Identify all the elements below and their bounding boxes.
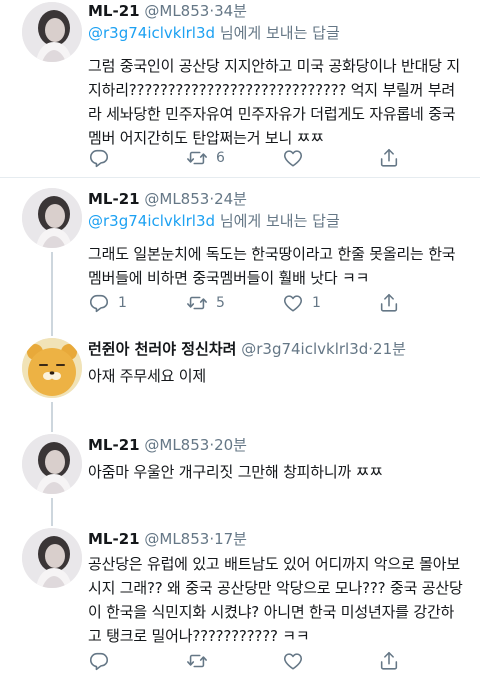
timestamp[interactable]: 17분 [214, 530, 247, 548]
retweet-button[interactable]: 5 [186, 292, 225, 314]
display-name[interactable]: ML-21 [88, 530, 140, 548]
display-name[interactable]: ML-21 [88, 190, 140, 208]
like-button[interactable] [282, 650, 312, 672]
retweet-button[interactable] [186, 650, 216, 672]
tweet-4[interactable]: ML-21 @ML853·20분 아줌마 우울안 개구리짓 그만해 창피하니까 … [0, 424, 480, 516]
avatar[interactable] [22, 2, 82, 62]
retweet-icon [186, 292, 208, 314]
tweet-text: 그럼 중국인이 공산당 지지안하고 미국 공화당이나 반대당 지지하리?????… [88, 57, 460, 147]
thread-line [51, 252, 53, 328]
share-icon [378, 147, 400, 169]
tweet-text: 공산당은 유럽에 있고 배트남도 있어 어디까지 악으로 몰아보시지 그래?? … [88, 555, 463, 645]
retweet-button[interactable]: 6 [186, 147, 225, 169]
share-button[interactable] [378, 650, 400, 672]
share-button[interactable] [378, 292, 400, 314]
user-handle: @r3g74iclvklrl3d [241, 340, 369, 358]
reply-context: @r3g74iclvklrl3d 님에게 보내는 답글 [88, 22, 466, 44]
avatar[interactable] [22, 188, 82, 248]
timestamp[interactable]: 34분 [214, 2, 247, 20]
reply-count: 1 [118, 295, 127, 311]
heart-icon [282, 650, 304, 672]
display-name[interactable]: ML-21 [88, 2, 140, 20]
tweet-text: 아재 주무세요 이제 [88, 367, 206, 385]
reply-label: 님에게 보내는 답글 [219, 212, 340, 230]
thread-line [51, 328, 53, 336]
heart-icon [282, 147, 304, 169]
avatar[interactable] [22, 338, 82, 398]
thread-line [51, 402, 53, 424]
heart-icon [282, 292, 304, 314]
like-count: 1 [312, 295, 321, 311]
share-icon [378, 650, 400, 672]
reply-button[interactable] [88, 147, 118, 169]
timestamp[interactable]: 20분 [214, 436, 247, 454]
retweet-count: 5 [216, 295, 225, 311]
timestamp[interactable]: 21분 [373, 340, 406, 358]
tweet-1[interactable]: ML-21 @ML853·34분 @r3g74iclvklrl3d 님에게 보내… [0, 0, 480, 178]
tweet-text: 아줌마 우울안 개구리짓 그만해 창피하니까 ㅉㅉ [88, 463, 383, 481]
reply-icon [88, 650, 110, 672]
display-name[interactable]: ML-21 [88, 436, 140, 454]
user-handle: @ML853 [144, 190, 210, 208]
tweet-3[interactable]: 런쥔아 천러야 정신차려 @r3g74iclvklrl3d·21분 아재 주무세… [0, 328, 480, 424]
mention-link[interactable]: @r3g74iclvklrl3d [88, 24, 215, 42]
timestamp[interactable]: 24분 [214, 190, 247, 208]
reply-icon [88, 292, 110, 314]
tweet-2[interactable]: ML-21 @ML853·24분 @r3g74iclvklrl3d 님에게 보내… [0, 178, 480, 328]
reply-context: @r3g74iclvklrl3d 님에게 보내는 답글 [88, 210, 466, 232]
mention-link[interactable]: @r3g74iclvklrl3d [88, 212, 215, 230]
thread-line [51, 516, 53, 526]
user-handle: @ML853 [144, 436, 210, 454]
tweet-text: 그래도 일본눈치에 독도는 한국땅이라고 한줄 못올리는 한국멤버들에 비하면 … [88, 245, 456, 287]
thread-line [51, 498, 53, 516]
user-handle: @ML853 [144, 530, 210, 548]
share-button[interactable] [378, 147, 400, 169]
retweet-icon [186, 650, 208, 672]
reply-icon [88, 147, 110, 169]
tweet-5[interactable]: ML-21 @ML853·17분 공산당은 유럽에 있고 배트남도 있어 어디까… [0, 516, 480, 685]
user-handle: @ML853 [144, 2, 210, 20]
display-name[interactable]: 런쥔아 천러야 정신차려 [88, 340, 236, 358]
avatar[interactable] [22, 434, 82, 494]
retweet-icon [186, 147, 208, 169]
reply-button[interactable] [88, 650, 118, 672]
like-button[interactable] [282, 147, 312, 169]
reply-label: 님에게 보내는 답글 [219, 24, 340, 42]
reply-button[interactable]: 1 [88, 292, 127, 314]
avatar[interactable] [22, 528, 82, 588]
share-icon [378, 292, 400, 314]
retweet-count: 6 [216, 150, 225, 166]
thread-line [51, 424, 53, 432]
like-button[interactable]: 1 [282, 292, 321, 314]
